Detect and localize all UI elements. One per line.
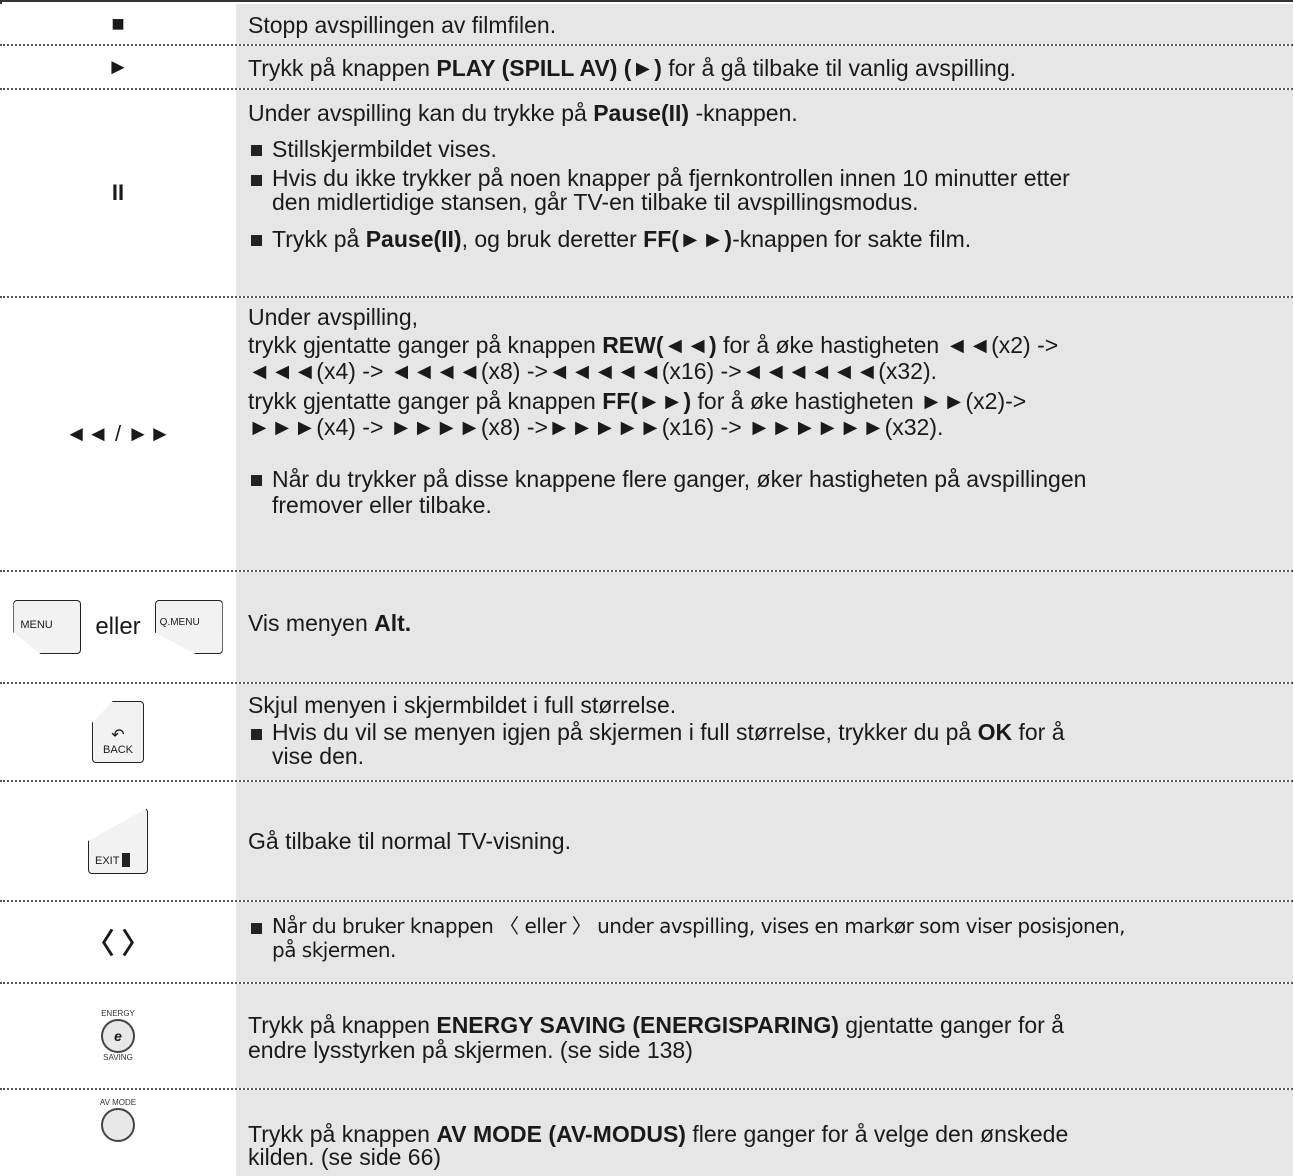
row-arrows-desc: Når du bruker knappen 〈 eller 〉 under av… xyxy=(236,902,1293,982)
row-rew-ff: ◄◄ / ►► Under avspilling, trykk gjentatt… xyxy=(0,298,1293,572)
row-av-mode: AV MODE Trykk på knappen AV MODE (AV-MOD… xyxy=(0,1090,1293,1176)
exit-icon: EXIT xyxy=(88,808,148,874)
row-exit-desc: Gå tilbake til normal TV-visning. xyxy=(236,782,1293,900)
energy-saving-icon: e xyxy=(101,1019,135,1053)
left-right-arrow-icons: 〈 〉 xyxy=(0,902,236,982)
row-menu-desc: Vis menyen Alt. xyxy=(236,572,1293,682)
av-mode-button-key: AV MODE xyxy=(0,1090,236,1176)
row-av-mode-desc: Trykk på knappen AV MODE (AV-MODUS) fler… xyxy=(236,1090,1293,1176)
row-back: ↶ BACK Skjul menyen i skjermbildet i ful… xyxy=(0,684,1293,782)
exit-button-key: EXIT xyxy=(0,782,236,900)
row-stop: ■ Stopp avspillingen av filmfilen. xyxy=(0,4,1293,46)
row-menu: MENU eller Q.MENU Vis menyen Alt. xyxy=(0,572,1293,684)
row-rew-ff-desc: Under avspilling, trykk gjentatte ganger… xyxy=(236,298,1293,570)
row-pause: II Under avspilling kan du trykke på Pau… xyxy=(0,90,1293,298)
menu-button: MENU xyxy=(13,600,82,654)
stop-icon: ■ xyxy=(0,4,236,44)
row-play-desc: Trykk på knappen PLAY (SPILL AV) (►) for… xyxy=(236,46,1293,88)
av-mode-icon xyxy=(101,1108,135,1142)
menu-buttons: MENU eller Q.MENU xyxy=(0,572,236,682)
row-energy-saving-desc: Trykk på knappen ENERGY SAVING (ENERGISP… xyxy=(236,984,1293,1088)
manual-page: ■ Stopp avspillingen av filmfilen. ► Try… xyxy=(0,0,1293,1176)
back-button-key: ↶ BACK xyxy=(0,684,236,780)
play-icon: ► xyxy=(0,46,236,88)
rew-ff-icons: ◄◄ / ►► xyxy=(0,298,236,570)
row-pause-desc: Under avspilling kan du trykke på Pause(… xyxy=(236,90,1293,296)
pause-icon: II xyxy=(0,90,236,296)
row-play: ► Trykk på knappen PLAY (SPILL AV) (►) f… xyxy=(0,46,1293,90)
q-menu-button: Q.MENU xyxy=(154,600,223,654)
row-stop-desc: Stopp avspillingen av filmfilen. xyxy=(236,4,1293,44)
energy-saving-button-key: ENERGY e SAVING xyxy=(0,984,236,1088)
row-arrows: 〈 〉 Når du bruker knappen 〈 eller 〉 unde… xyxy=(0,902,1293,984)
back-icon: ↶ BACK xyxy=(92,701,144,763)
row-exit: EXIT Gå tilbake til normal TV-visning. xyxy=(0,782,1293,902)
row-back-desc: Skjul menyen i skjermbildet i full størr… xyxy=(236,684,1293,780)
row-energy-saving: ENERGY e SAVING Trykk på knappen ENERGY … xyxy=(0,984,1293,1090)
table-top-border xyxy=(0,0,1293,2)
